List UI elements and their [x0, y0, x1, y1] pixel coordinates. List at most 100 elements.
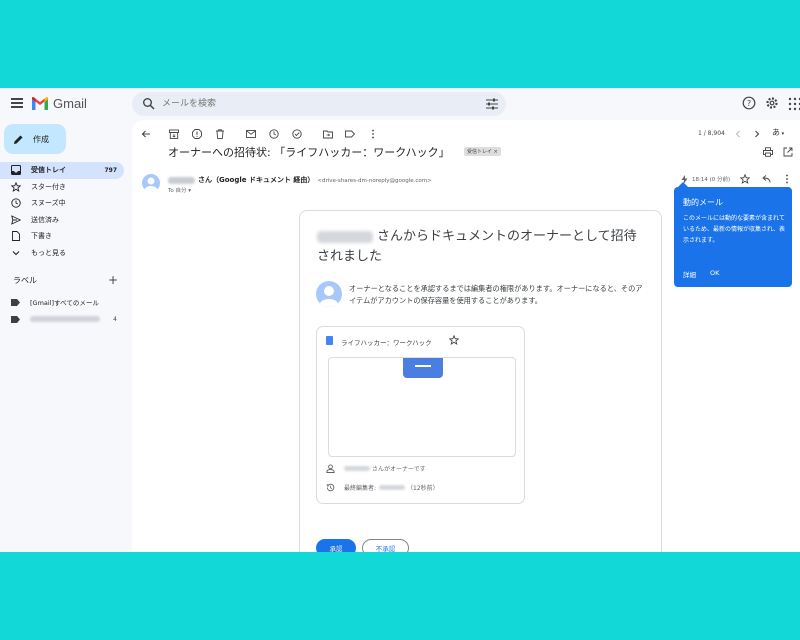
svg-text:?: ?	[747, 99, 751, 108]
inviter-avatar	[316, 281, 342, 307]
person-icon	[319, 286, 339, 307]
ownership-info: オーナーとなることを承認するまでは編集者の権限があります。オーナーになると、その…	[349, 284, 643, 305]
label-icon[interactable]	[345, 129, 355, 139]
menu-icon[interactable]	[11, 98, 23, 108]
chevron-down-icon	[12, 250, 20, 256]
sidebar-item-label: スヌーズ中	[31, 199, 66, 208]
sender-avatar[interactable]	[142, 174, 160, 192]
settings-gear-icon[interactable]	[765, 96, 779, 110]
sender-email: <drive-shares-dm-noreply@google.com>	[317, 178, 432, 184]
email-subject: オーナーへの招待状: 「ライフハッカー：ワークハック」	[168, 146, 450, 159]
owner-row: さんがオーナーです	[326, 464, 426, 473]
last-edit-time: （12秒前）	[407, 485, 439, 492]
reject-button[interactable]: 不承認	[362, 539, 409, 552]
move-to-folder-icon[interactable]	[323, 129, 333, 139]
pagination-count: 1 / 8,904	[698, 130, 725, 137]
person-icon	[144, 177, 158, 192]
google-docs-icon	[326, 336, 333, 345]
reply-icon[interactable]	[761, 174, 771, 184]
sidebar-item-label: 下書き	[31, 232, 52, 241]
owner-text: さんがオーナーです	[372, 466, 426, 473]
gmail-wordmark: Gmail	[53, 96, 87, 111]
redacted-editor	[379, 485, 406, 490]
sidebar: 作成 受信トレイ 797 スター付き スヌーズ中 送信済み 下書き もっと見る …	[0, 122, 132, 552]
person-outline-icon	[326, 464, 335, 473]
input-tools-label: あ	[772, 128, 780, 137]
doc-preview-graphic	[403, 358, 443, 378]
sidebar-item-sent[interactable]: 送信済み	[0, 212, 124, 229]
input-tools-button[interactable]: あ ▾	[772, 127, 784, 138]
gmail-window: Gmail ?	[0, 88, 800, 552]
sidebar-item-label: スター付き	[31, 182, 66, 191]
gmail-m-icon	[32, 97, 48, 110]
add-label-plus-icon[interactable]: +	[108, 273, 118, 287]
sender-line: さん（Google ドキュメント 経由） <drive-shares-dm-nor…	[168, 175, 432, 185]
compose-button[interactable]: 作成	[4, 124, 66, 154]
clock-icon	[11, 198, 21, 208]
sidebar-item-snoozed[interactable]: スヌーズ中	[0, 195, 124, 212]
add-task-icon[interactable]	[292, 129, 302, 139]
archive-icon[interactable]	[169, 129, 179, 139]
delete-trash-icon[interactable]	[215, 129, 225, 139]
star-icon	[11, 181, 21, 192]
document-title[interactable]: ライフハッカー：ワークハック	[341, 337, 432, 347]
popup-body: このメールには動的な要素が含まれているため、最新の情報が収集され、表示されます。	[683, 215, 786, 244]
nav-list: 受信トレイ 797 スター付き スヌーズ中 送信済み 下書き もっと見る	[0, 162, 124, 261]
labels-heading: ラベル	[13, 276, 37, 285]
invitation-heading: さんからドキュメントのオーナーとして招待されました	[317, 227, 647, 267]
print-icon[interactable]	[763, 147, 773, 157]
popup-details-link[interactable]: 詳細	[683, 269, 696, 279]
email-time: 18:14 (0 分前)	[692, 177, 731, 183]
label-tag-icon	[11, 298, 20, 306]
sidebar-item-label: もっと見る	[31, 248, 66, 257]
newer-chevron-right-icon[interactable]	[752, 129, 762, 139]
search-icon[interactable]	[142, 97, 156, 111]
caret-down-icon: ▾	[780, 131, 785, 137]
search-bar[interactable]	[132, 92, 506, 116]
draft-file-icon	[12, 231, 20, 242]
label-item-all-mail[interactable]: [Gmail]すべてのメール	[11, 295, 121, 309]
snooze-clock-icon[interactable]	[269, 129, 279, 139]
report-spam-icon[interactable]	[192, 129, 202, 139]
older-chevron-left-icon[interactable]	[733, 129, 743, 139]
more-vertical-icon[interactable]	[368, 129, 378, 139]
back-arrow-icon[interactable]	[141, 129, 151, 139]
apps-grid-icon[interactable]	[788, 97, 800, 111]
last-edit-label: 最終編集者:	[344, 485, 377, 492]
popup-title: 動的メール	[683, 198, 723, 207]
popup-ok-button[interactable]: OK	[710, 269, 719, 277]
sidebar-item-inbox[interactable]: 受信トレイ 797	[0, 162, 124, 179]
sidebar-item-more[interactable]: もっと見る	[0, 245, 124, 262]
label-name: [Gmail]すべてのメール	[30, 299, 99, 307]
invitation-card: さんからドキュメントのオーナーとして招待されました オーナーとなることを承認する…	[299, 210, 662, 552]
star-email-icon[interactable]	[740, 174, 750, 184]
help-icon[interactable]: ?	[742, 96, 756, 110]
document-card[interactable]: ライフハッカー：ワークハック さんがオーナーです 最終編集者: （12秒前）	[316, 326, 525, 504]
inbox-count: 797	[104, 166, 117, 174]
sidebar-item-label: 受信トレイ	[31, 166, 66, 175]
email-more-vertical-icon[interactable]	[782, 174, 792, 184]
document-preview[interactable]	[328, 357, 516, 457]
inbox-label-chip[interactable]: 受信トレイ ×	[464, 147, 501, 156]
last-edit-row: 最終編集者: （12秒前）	[326, 483, 439, 492]
sidebar-item-label: 送信済み	[31, 215, 59, 224]
top-bar: Gmail ?	[0, 88, 800, 122]
sidebar-item-starred[interactable]: スター付き	[0, 179, 124, 196]
dynamic-email-popup: 動的メール このメールには動的な要素が含まれているため、最新の情報が収集され、表…	[674, 182, 792, 287]
search-options-icon[interactable]	[486, 98, 498, 110]
recipient-toggle[interactable]: To 自分 ▾	[168, 186, 191, 194]
redacted-sender	[168, 176, 195, 184]
redacted-owner	[344, 466, 370, 471]
star-document-icon[interactable]	[449, 335, 459, 345]
label-item-redacted[interactable]: 4	[11, 312, 121, 326]
gmail-logo[interactable]: Gmail	[32, 96, 87, 111]
send-icon	[11, 214, 21, 225]
inbox-icon	[11, 165, 21, 176]
compose-label: 作成	[33, 134, 49, 144]
search-input[interactable]	[162, 96, 462, 112]
email-view: 1 / 8,904 あ ▾ オーナーへの招待状: 「ライフハッカー：ワークハック…	[132, 120, 800, 552]
open-new-window-icon[interactable]	[783, 147, 793, 157]
approve-button[interactable]: 承認	[316, 539, 356, 552]
sidebar-item-drafts[interactable]: 下書き	[0, 228, 124, 245]
mark-unread-mail-icon[interactable]	[246, 129, 256, 139]
